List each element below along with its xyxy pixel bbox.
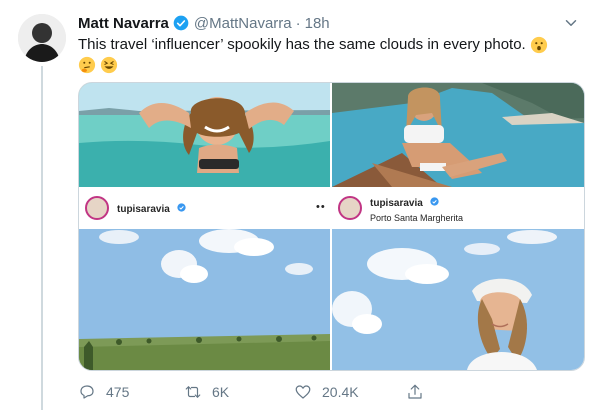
ig-verified-icon	[177, 203, 186, 212]
tweet-body: This travel ‘influencer’ spookily has th…	[78, 36, 526, 53]
ig-more-dots[interactable]: ••	[316, 201, 326, 213]
like-count: 20.4K	[322, 384, 359, 400]
ig-username-left[interactable]: tupisaravia	[117, 204, 170, 215]
tweet-text: This travel ‘influencer’ spookily has th…	[78, 35, 583, 75]
ig-username-right[interactable]: tupisaravia	[370, 198, 423, 209]
thinking-face-emoji	[78, 56, 96, 74]
reply-button[interactable]: 475	[78, 383, 184, 401]
photo-headscarf[interactable]	[332, 229, 584, 370]
ig-post-header-left: tupisaravia	[79, 187, 330, 230]
ig-location-right[interactable]: Porto Santa Margherita	[370, 213, 463, 223]
author-avatar[interactable]	[18, 14, 66, 62]
ig-avatar-left[interactable]	[85, 196, 109, 220]
retweet-count: 6K	[212, 384, 230, 400]
ig-post-header-right: •• tupisaravia Porto Santa Margherita	[316, 187, 584, 230]
author-handle[interactable]: @MattNavarra	[194, 15, 292, 32]
photo-swimming[interactable]	[79, 83, 330, 187]
photo-field[interactable]	[79, 229, 330, 370]
retweet-icon	[185, 386, 201, 398]
media-grid[interactable]: tupisaravia •• tupisaravia Porto Santa M…	[78, 82, 585, 371]
share-icon	[408, 384, 422, 399]
chevron-down-icon[interactable]	[562, 14, 580, 32]
reply-count: 475	[106, 384, 130, 400]
heart-icon	[295, 385, 311, 399]
photo-boat[interactable]	[332, 83, 584, 187]
share-button[interactable]	[406, 383, 434, 401]
retweet-button[interactable]: 6K	[184, 383, 294, 401]
like-button[interactable]: 20.4K	[294, 383, 406, 401]
grinning-squinting-face-emoji	[101, 56, 118, 74]
verified-badge-icon	[173, 15, 189, 31]
author-name[interactable]: Matt Navarra	[78, 15, 169, 32]
separator-dot: ·	[295, 14, 301, 32]
ig-avatar-right[interactable]	[338, 196, 362, 220]
hushed-face-emoji	[530, 36, 548, 54]
tweet-actions: 475 6K 20.4K	[78, 381, 498, 403]
reply-icon	[80, 385, 94, 399]
thread-line	[41, 66, 43, 410]
ig-verified-icon	[430, 197, 439, 206]
tweet-header: Matt Navarra @MattNavarra · 18h	[78, 12, 580, 34]
tweet-timestamp[interactable]: 18h	[305, 15, 330, 32]
